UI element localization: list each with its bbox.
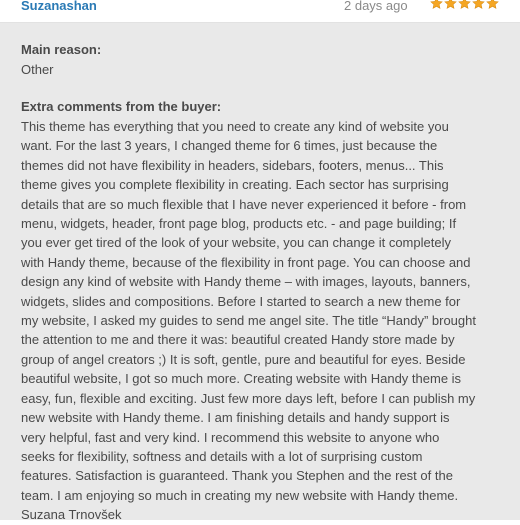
star-icon: [444, 0, 457, 9]
review-header: Suzanashan 2 days ago: [0, 0, 520, 23]
review-author-link[interactable]: Suzanashan: [21, 0, 97, 14]
review-body: Main reason: Other Extra comments from t…: [0, 23, 520, 522]
review-card: Suzanashan 2 days ago Main reason: Other…: [0, 0, 520, 522]
star-rating: [430, 0, 499, 11]
star-icon: [430, 0, 443, 9]
review-date: 2 days ago: [344, 0, 408, 13]
extra-comments-label: Extra comments from the buyer:: [21, 99, 222, 114]
main-reason-label: Main reason:: [21, 42, 102, 57]
buyer-comment-text: This theme has everything that you need …: [21, 119, 476, 523]
star-icon: [472, 0, 485, 9]
star-icon: [486, 0, 499, 9]
main-reason-value: Other: [21, 62, 54, 77]
star-icon: [458, 0, 471, 9]
